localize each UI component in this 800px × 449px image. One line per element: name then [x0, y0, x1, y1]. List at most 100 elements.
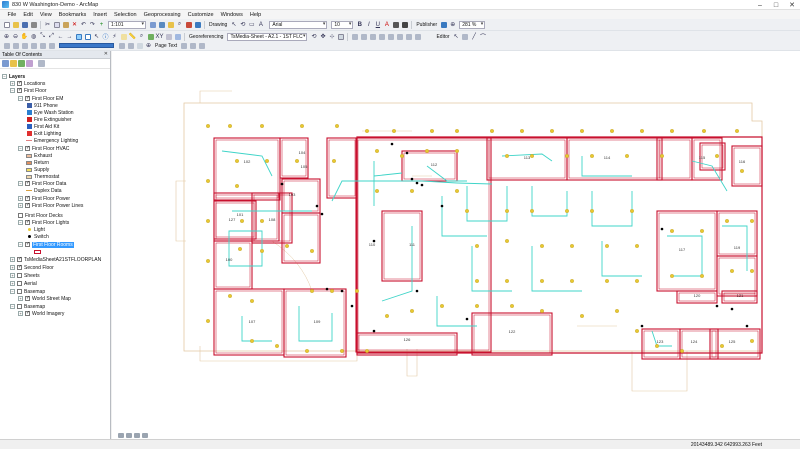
expand-icon[interactable]: +: [10, 273, 15, 278]
add-control-points-icon[interactable]: ⊹: [328, 33, 336, 41]
toc-layer-row[interactable]: − Basemap: [10, 288, 45, 295]
italic-icon[interactable]: I: [365, 21, 373, 29]
collapse-icon[interactable]: −: [18, 220, 23, 225]
full-extent-icon[interactable]: ◍: [30, 33, 38, 41]
toc-layer-row[interactable]: + Sheets: [10, 272, 40, 279]
layer-visibility-checkbox[interactable]: [17, 289, 22, 294]
identify-icon[interactable]: ⓘ: [102, 33, 110, 41]
zoom-out-icon[interactable]: ⊖: [12, 33, 20, 41]
paste-icon[interactable]: [62, 21, 70, 29]
layer-effects-icon-3[interactable]: [21, 42, 29, 50]
layer-effects-icon-4[interactable]: [30, 42, 38, 50]
page-icon-2[interactable]: [189, 42, 197, 50]
map-display[interactable]: 104 105 102 103 101 100 108 107 109 110 111 112 113 1…: [112, 51, 800, 439]
find-route-icon[interactable]: [147, 33, 155, 41]
toc-layer-label[interactable]: Duplex Data: [34, 188, 62, 194]
page-text-menu[interactable]: Page Text: [155, 43, 177, 49]
bold-icon[interactable]: B: [356, 21, 364, 29]
layout-tool-icon-2[interactable]: [360, 33, 368, 41]
layout-tool-icon-4[interactable]: [378, 33, 386, 41]
toc-layer-row[interactable]: − Basemap: [10, 303, 45, 310]
swipe-icon[interactable]: [118, 42, 126, 50]
pan-icon[interactable]: ✋: [21, 33, 29, 41]
expand-icon[interactable]: +: [18, 311, 23, 316]
toc-layer-label[interactable]: Basemap: [24, 304, 45, 310]
cut-icon[interactable]: ✂: [44, 21, 52, 29]
layout-zoom-combo[interactable]: 281 %: [459, 20, 486, 29]
pause-drawing-icon[interactable]: [142, 433, 148, 438]
toc-layer-row[interactable]: + World Street Map: [18, 295, 71, 302]
select-features-icon[interactable]: [75, 33, 83, 41]
data-view-icon[interactable]: [118, 433, 124, 438]
toc-layer-label[interactable]: First Floor Power: [32, 196, 70, 202]
fixed-zoom-in-icon[interactable]: ⤡: [39, 33, 47, 41]
redo-icon[interactable]: ↷: [89, 21, 97, 29]
toc-layer-label[interactable]: TsMediaSheetA21STFLOORPLAN: [24, 257, 101, 263]
layout-page-icon[interactable]: [136, 42, 144, 50]
edit-annotation-icon[interactable]: [461, 33, 469, 41]
layer-visibility-checkbox[interactable]: [17, 256, 22, 262]
toc-layer-row[interactable]: Supply: [26, 166, 49, 173]
collapse-icon[interactable]: −: [18, 181, 23, 186]
toc-layer-row[interactable]: Light: [26, 226, 45, 233]
print-icon[interactable]: [30, 21, 38, 29]
toc-layer-row[interactable]: − First Floor Rooms: [18, 241, 74, 248]
toc-layer-row[interactable]: Emergency Lighting: [26, 137, 78, 144]
toc-layer-label[interactable]: World Street Map: [32, 296, 71, 302]
page-icon-3[interactable]: [198, 42, 206, 50]
flicker-icon[interactable]: [127, 42, 135, 50]
straight-segment-icon[interactable]: ╱: [470, 33, 478, 41]
collapse-icon[interactable]: −: [18, 242, 23, 247]
layout-tool-icon-3[interactable]: [369, 33, 377, 41]
toc-layer-label[interactable]: Aerial: [24, 281, 37, 287]
expand-icon[interactable]: +: [18, 296, 23, 301]
menu-bookmarks[interactable]: Bookmarks: [55, 12, 90, 18]
layout-zoom-icon[interactable]: ⊕: [145, 42, 153, 50]
toc-layer-label[interactable]: First Floor HVAC: [32, 146, 69, 152]
layer-visibility-checkbox[interactable]: [25, 95, 30, 101]
toc-layer-row[interactable]: Duplex Data: [26, 187, 62, 194]
toc-layer-row[interactable]: + Aerial: [10, 280, 37, 287]
toc-layer-label[interactable]: Locations: [24, 81, 45, 87]
editor-toolbar-icon[interactable]: [149, 21, 157, 29]
toc-layer-label[interactable]: Layers: [9, 74, 25, 80]
expand-icon[interactable]: +: [10, 81, 15, 86]
toc-close-icon[interactable]: ✕: [104, 51, 108, 57]
toc-layer-label[interactable]: Eye Wash Station: [34, 110, 74, 116]
layer-visibility-checkbox[interactable]: [25, 195, 30, 201]
layer-visibility-checkbox[interactable]: [25, 202, 30, 208]
collapse-icon[interactable]: −: [10, 289, 15, 294]
toc-layer-label[interactable]: World Imagery: [32, 311, 64, 317]
add-data-icon[interactable]: +: [98, 21, 106, 29]
toc-layer-label[interactable]: Basemap: [24, 289, 45, 295]
delete-icon[interactable]: ✕: [71, 21, 79, 29]
publisher-icon[interactable]: [440, 21, 448, 29]
editor-menu[interactable]: Editor: [436, 34, 449, 40]
toc-layer-label[interactable]: Supply: [34, 167, 49, 173]
list-by-source-icon[interactable]: [10, 60, 17, 67]
toc-layer-row[interactable]: Fire Extinguisher: [26, 116, 72, 123]
layer-visibility-checkbox[interactable]: [17, 80, 22, 86]
toc-layer-label[interactable]: Light: [34, 227, 45, 233]
floor-plan-map[interactable]: 104 105 102 103 101 100 108 107 109 110 111 112 113 1…: [112, 51, 800, 439]
layer-visibility-checkbox[interactable]: [25, 180, 30, 186]
toc-layer-row[interactable]: Eye Wash Station: [26, 109, 74, 116]
toc-layer-label[interactable]: Thermostat: [34, 174, 59, 180]
toc-layer-label[interactable]: Fire Extinguisher: [34, 117, 72, 123]
toc-layer-row[interactable]: + TsMediaSheetA21STFLOORPLAN: [10, 256, 101, 263]
layer-effects-icon-6[interactable]: [48, 42, 56, 50]
georeferencing-menu[interactable]: Georeferencing: [189, 34, 223, 40]
catalog-icon[interactable]: [167, 21, 175, 29]
toc-layer-row[interactable]: − First Floor HVAC: [18, 145, 69, 152]
collapse-icon[interactable]: −: [10, 88, 15, 93]
toc-layer-row[interactable]: + First Floor Power Lines: [18, 202, 83, 209]
drawing-menu[interactable]: Drawing: [209, 22, 227, 28]
new-document-icon[interactable]: [3, 21, 11, 29]
hyperlink-icon[interactable]: ⚡: [111, 33, 119, 41]
maximize-button[interactable]: □: [768, 0, 784, 10]
back-icon[interactable]: ←: [57, 33, 65, 41]
layer-effects-icon-1[interactable]: [3, 42, 11, 50]
layout-tool-icon-5[interactable]: [387, 33, 395, 41]
menu-help[interactable]: Help: [246, 12, 264, 18]
layout-tool-icon-8[interactable]: [414, 33, 422, 41]
